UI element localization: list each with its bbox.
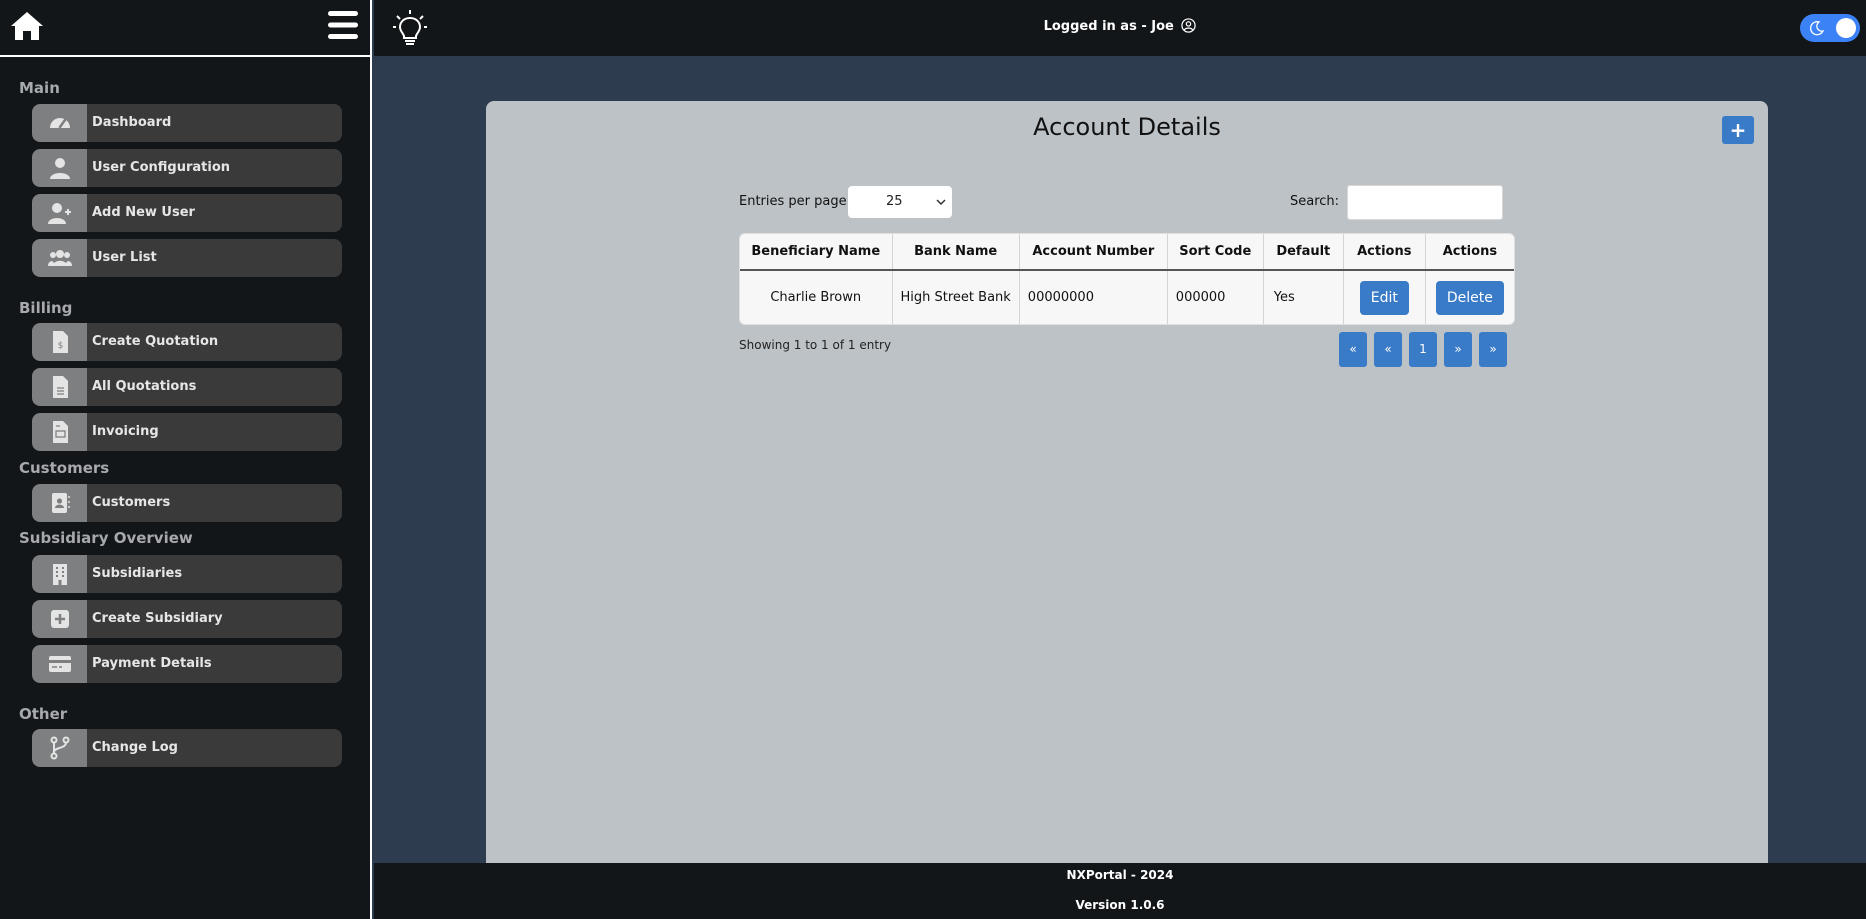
code-branch-icon	[32, 729, 87, 767]
account-details-card: Account Details + Entries per page 25 Se…	[486, 101, 1768, 863]
page-1-button[interactable]: 1	[1409, 332, 1437, 367]
entries-per-page-label: Entries per page	[739, 194, 847, 209]
sidebar-item-label: Add New User	[92, 205, 195, 220]
logged-in-text: Logged in as - Joe	[1043, 19, 1174, 34]
credit-card-icon	[32, 645, 87, 683]
toggle-knob	[1836, 18, 1856, 38]
sidebar-item-all-quotations[interactable]: All Quotations	[32, 368, 342, 406]
sidebar-item-customers[interactable]: Customers	[32, 484, 342, 522]
invoice-dollar-icon: $	[32, 323, 87, 361]
sidebar-item-label: Change Log	[92, 740, 178, 755]
previous-page-button[interactable]: «	[1374, 332, 1402, 367]
next-page-button[interactable]: »	[1444, 332, 1472, 367]
sidebar-item-dashboard[interactable]: Dashboard	[32, 104, 342, 142]
column-header-sort-code[interactable]: Sort Code	[1167, 234, 1264, 271]
user-plus-icon	[32, 194, 87, 232]
section-title-customers: Customers	[19, 459, 110, 477]
sidebar-item-label: Customers	[92, 495, 171, 510]
sidebar-item-user-list[interactable]: User List	[32, 239, 342, 277]
document-lines-icon	[32, 368, 87, 406]
cell-beneficiary-name: Charlie Brown	[740, 270, 893, 324]
pagination: « « 1 » »	[1339, 332, 1507, 367]
entries-per-page-select[interactable]: 25	[848, 186, 952, 218]
search-label: Search:	[1290, 194, 1340, 209]
sidebar-item-payment-details[interactable]: Payment Details	[32, 645, 342, 683]
column-header-bank-name[interactable]: Bank Name	[892, 234, 1020, 271]
section-title-other: Other	[19, 705, 68, 723]
sidebar-item-invoicing[interactable]: Invoicing	[32, 413, 342, 451]
sidebar-item-label: Payment Details	[92, 656, 212, 671]
svg-text:$: $	[57, 341, 63, 351]
cell-delete: Delete	[1425, 270, 1514, 324]
sidebar-header	[0, 0, 370, 57]
sidebar-item-add-new-user[interactable]: Add New User	[32, 194, 342, 232]
sidebar: Main Dashboard User Configuration Add Ne…	[0, 0, 372, 919]
plus-square-icon	[32, 600, 87, 638]
sidebar-item-label: Subsidiaries	[92, 566, 183, 581]
user-circle-icon[interactable]	[1181, 18, 1197, 33]
moon-icon	[1810, 21, 1825, 36]
users-group-icon	[32, 239, 87, 277]
sidebar-item-label: Create Subsidiary	[92, 611, 223, 626]
last-page-button[interactable]: »	[1479, 332, 1507, 367]
section-title-billing: Billing	[19, 299, 73, 317]
invoice-icon	[32, 413, 87, 451]
sidebar-item-create-subsidiary[interactable]: Create Subsidiary	[32, 600, 342, 638]
delete-button[interactable]: Delete	[1435, 280, 1504, 315]
sidebar-item-label: Create Quotation	[92, 334, 219, 349]
table-row: Charlie Brown High Street Bank 00000000 …	[740, 270, 1514, 324]
sidebar-item-create-quotation[interactable]: $ Create Quotation	[32, 323, 342, 361]
cell-edit: Edit	[1343, 270, 1426, 324]
sidebar-item-label: User Configuration	[92, 160, 231, 175]
column-header-actions: Actions	[1343, 234, 1426, 271]
section-title-main: Main	[19, 79, 60, 97]
user-icon	[32, 149, 87, 187]
sidebar-item-user-configuration[interactable]: User Configuration	[32, 149, 342, 187]
cell-account-number: 00000000	[1019, 270, 1168, 324]
column-header-account-number[interactable]: Account Number	[1019, 234, 1168, 271]
dashboard-gauge-icon	[32, 104, 87, 142]
dark-mode-toggle[interactable]	[1800, 14, 1860, 42]
cell-sort-code: 000000	[1167, 270, 1264, 324]
hamburger-menu-icon[interactable]	[326, 10, 360, 40]
section-title-subsidiary-overview: Subsidiary Overview	[19, 529, 193, 547]
footer-copyright: NXPortal - 2024	[1066, 868, 1174, 882]
add-account-button[interactable]: +	[1722, 116, 1754, 144]
footer-version: Version 1.0.6	[1075, 898, 1165, 912]
contact-book-icon	[32, 484, 87, 522]
top-bar: Logged in as - Joe	[374, 0, 1866, 56]
footer: NXPortal - 2024 Version 1.0.6	[374, 863, 1866, 919]
column-header-default[interactable]: Default	[1263, 234, 1344, 271]
logged-in-status: Logged in as - Joe	[374, 18, 1866, 34]
sidebar-item-change-log[interactable]: Change Log	[32, 729, 342, 767]
edit-button[interactable]: Edit	[1359, 280, 1409, 315]
page-title: Account Details	[1033, 113, 1221, 141]
accounts-table: Beneficiary Name Bank Name Account Numbe…	[739, 233, 1515, 325]
entries-per-page-value: 25	[886, 194, 903, 209]
column-header-actions: Actions	[1425, 234, 1514, 271]
sidebar-item-label: Dashboard	[92, 115, 172, 130]
showing-entries-info: Showing 1 to 1 of 1 entry	[739, 338, 892, 352]
cell-bank-name: High Street Bank	[892, 270, 1020, 324]
search-input[interactable]	[1347, 185, 1503, 220]
building-icon	[32, 555, 87, 593]
sidebar-item-label: User List	[92, 250, 157, 265]
sidebar-item-subsidiaries[interactable]: Subsidiaries	[32, 555, 342, 593]
chevron-down-icon	[936, 199, 946, 206]
cell-default: Yes	[1263, 270, 1344, 324]
home-icon[interactable]	[10, 10, 44, 42]
sidebar-item-label: All Quotations	[92, 379, 197, 394]
table-header-row: Beneficiary Name Bank Name Account Numbe…	[740, 234, 1514, 271]
column-header-beneficiary-name[interactable]: Beneficiary Name	[740, 234, 893, 271]
first-page-button[interactable]: «	[1339, 332, 1367, 367]
sidebar-item-label: Invoicing	[92, 424, 159, 439]
